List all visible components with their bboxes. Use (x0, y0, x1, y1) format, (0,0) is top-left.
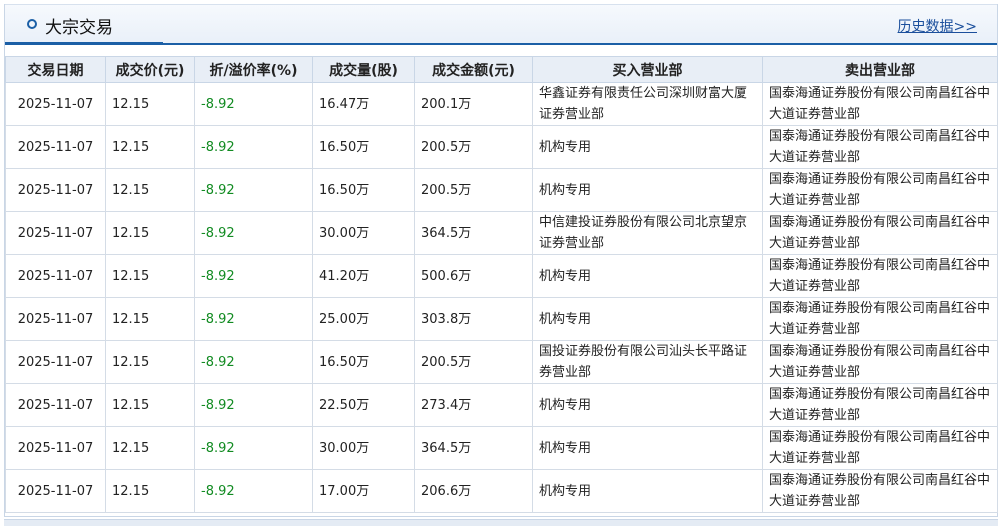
cell-buyer: 国投证券股份有限公司汕头长平路证券营业部 (532, 340, 763, 384)
cell-volume: 16.50万 (312, 340, 415, 384)
cell-amount: 273.4万 (414, 383, 533, 427)
cell-seller: 国泰海通证券股份有限公司南昌红谷中大道证券营业部 (762, 254, 998, 298)
cell-date: 2025-11-07 (5, 340, 106, 384)
col-header-premium[interactable]: 折/溢价率(%) (194, 56, 313, 83)
cell-amount: 364.5万 (414, 426, 533, 470)
cell-volume: 30.00万 (312, 211, 415, 255)
cell-seller: 国泰海通证券股份有限公司南昌红谷中大道证券营业部 (762, 426, 998, 470)
table-row: 2025-11-07 12.15 -8.92 22.50万 273.4万 机构专用 国泰海通… (5, 383, 998, 427)
cell-amount: 500.6万 (414, 254, 533, 298)
col-header-seller[interactable]: 卖出营业部 (762, 56, 998, 83)
cell-amount: 200.5万 (414, 340, 533, 384)
cell-buyer: 华鑫证券有限责任公司深圳财富大厦证券营业部 (532, 82, 763, 126)
cell-date: 2025-11-07 (5, 82, 106, 126)
cell-date: 2025-11-07 (5, 168, 106, 212)
table-row: 2025-11-07 12.15 -8.92 30.00万 364.5万 中信建投证券股份… (5, 211, 998, 255)
block-trade-panel: 大宗交易 历史数据>> 交易日期 成交价(元) 折/溢价率(%) 成交量(股) … (4, 4, 998, 517)
cell-price: 12.15 (105, 125, 195, 169)
cell-buyer: 机构专用 (532, 469, 763, 513)
cell-buyer: 机构专用 (532, 254, 763, 298)
cell-premium: -8.92 (194, 383, 313, 427)
cell-price: 12.15 (105, 211, 195, 255)
cell-seller: 国泰海通证券股份有限公司南昌红谷中大道证券营业部 (762, 383, 998, 427)
cell-amount: 206.6万 (414, 469, 533, 513)
cell-date: 2025-11-07 (5, 211, 106, 255)
cell-date: 2025-11-07 (5, 254, 106, 298)
history-data-link[interactable]: 历史数据>> (898, 16, 977, 36)
cell-premium: -8.92 (194, 254, 313, 298)
cell-volume: 30.00万 (312, 426, 415, 470)
cell-date: 2025-11-07 (5, 383, 106, 427)
table-row: 2025-11-07 12.15 -8.92 17.00万 206.6万 机构专用 国泰海通… (5, 469, 998, 513)
table-header-row: 交易日期 成交价(元) 折/溢价率(%) 成交量(股) 成交金额(元) 买入营业… (5, 56, 998, 83)
block-trade-table: 交易日期 成交价(元) 折/溢价率(%) 成交量(股) 成交金额(元) 买入营业… (5, 56, 998, 513)
cell-price: 12.15 (105, 383, 195, 427)
col-header-volume[interactable]: 成交量(股) (312, 56, 415, 83)
cell-amount: 364.5万 (414, 211, 533, 255)
col-header-amount[interactable]: 成交金额(元) (414, 56, 533, 83)
cell-date: 2025-11-07 (5, 426, 106, 470)
cell-volume: 16.50万 (312, 168, 415, 212)
cell-amount: 200.1万 (414, 82, 533, 126)
cell-amount: 303.8万 (414, 297, 533, 341)
table-row: 2025-11-07 12.15 -8.92 16.50万 200.5万 机构专用 国泰海通… (5, 168, 998, 212)
cell-price: 12.15 (105, 297, 195, 341)
panel-header: 大宗交易 历史数据>> (5, 4, 997, 45)
cell-seller: 国泰海通证券股份有限公司南昌红谷中大道证券营业部 (762, 297, 998, 341)
cell-buyer: 机构专用 (532, 168, 763, 212)
cell-date: 2025-11-07 (5, 469, 106, 513)
col-header-buyer[interactable]: 买入营业部 (532, 56, 763, 83)
cell-buyer: 机构专用 (532, 426, 763, 470)
cell-date: 2025-11-07 (5, 297, 106, 341)
cell-seller: 国泰海通证券股份有限公司南昌红谷中大道证券营业部 (762, 168, 998, 212)
cell-buyer: 机构专用 (532, 383, 763, 427)
cell-premium: -8.92 (194, 82, 313, 126)
cell-price: 12.15 (105, 254, 195, 298)
cell-price: 12.15 (105, 82, 195, 126)
table-row: 2025-11-07 12.15 -8.92 16.50万 200.5万 国投证券股份有限… (5, 340, 998, 384)
cell-amount: 200.5万 (414, 168, 533, 212)
cell-premium: -8.92 (194, 340, 313, 384)
cell-volume: 16.47万 (312, 82, 415, 126)
circle-icon (27, 19, 37, 29)
col-header-price[interactable]: 成交价(元) (105, 56, 195, 83)
cell-price: 12.15 (105, 168, 195, 212)
cell-price: 12.15 (105, 426, 195, 470)
active-tab-underline (5, 42, 163, 45)
cell-buyer: 中信建投证券股份有限公司北京望京证券营业部 (532, 211, 763, 255)
cell-volume: 16.50万 (312, 125, 415, 169)
panel-title: 大宗交易 (45, 18, 113, 38)
cell-premium: -8.92 (194, 168, 313, 212)
table-row: 2025-11-07 12.15 -8.92 41.20万 500.6万 机构专用 国泰海通… (5, 254, 998, 298)
cell-volume: 17.00万 (312, 469, 415, 513)
cell-premium: -8.92 (194, 125, 313, 169)
cell-seller: 国泰海通证券股份有限公司南昌红谷中大道证券营业部 (762, 82, 998, 126)
cell-premium: -8.92 (194, 426, 313, 470)
cell-amount: 200.5万 (414, 125, 533, 169)
cell-seller: 国泰海通证券股份有限公司南昌红谷中大道证券营业部 (762, 125, 998, 169)
col-header-date[interactable]: 交易日期 (5, 56, 106, 83)
cell-volume: 22.50万 (312, 383, 415, 427)
table-row: 2025-11-07 12.15 -8.92 16.47万 200.1万 华鑫证券有限责任… (5, 82, 998, 126)
table-row: 2025-11-07 12.15 -8.92 16.50万 200.5万 机构专用 国泰海通… (5, 125, 998, 169)
cell-premium: -8.92 (194, 297, 313, 341)
cell-seller: 国泰海通证券股份有限公司南昌红谷中大道证券营业部 (762, 340, 998, 384)
cell-volume: 41.20万 (312, 254, 415, 298)
cell-buyer: 机构专用 (532, 125, 763, 169)
cell-premium: -8.92 (194, 469, 313, 513)
cell-price: 12.15 (105, 469, 195, 513)
cell-date: 2025-11-07 (5, 125, 106, 169)
cell-buyer: 机构专用 (532, 297, 763, 341)
table-row: 2025-11-07 12.15 -8.92 30.00万 364.5万 机构专用 国泰海通… (5, 426, 998, 470)
cell-price: 12.15 (105, 340, 195, 384)
cell-premium: -8.92 (194, 211, 313, 255)
cell-seller: 国泰海通证券股份有限公司南昌红谷中大道证券营业部 (762, 469, 998, 513)
cell-seller: 国泰海通证券股份有限公司南昌红谷中大道证券营业部 (762, 211, 998, 255)
cell-volume: 25.00万 (312, 297, 415, 341)
table-row: 2025-11-07 12.15 -8.92 25.00万 303.8万 机构专用 国泰海通… (5, 297, 998, 341)
